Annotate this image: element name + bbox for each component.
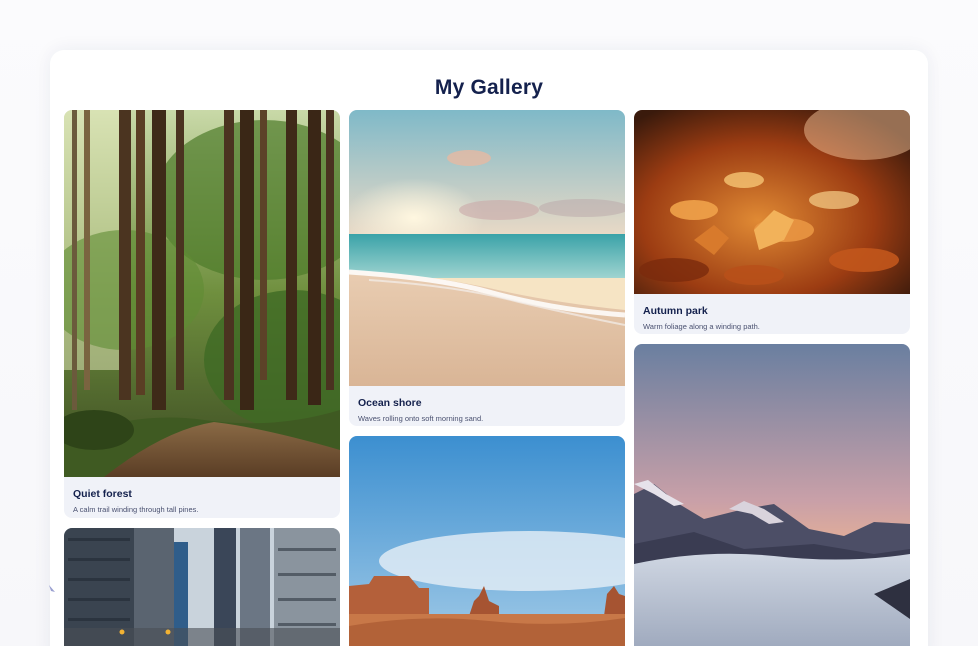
card-caption: Ocean shore Waves rolling onto soft morn… bbox=[349, 386, 625, 426]
card-title: Ocean shore bbox=[358, 397, 422, 409]
page: My Gallery Quiet forest A calm trail win… bbox=[0, 0, 978, 646]
ocean-photo bbox=[349, 110, 625, 386]
gallery-card-forest[interactable]: Quiet forest A calm trail winding throug… bbox=[64, 110, 340, 518]
mountains-photo bbox=[634, 344, 910, 646]
card-description: Waves rolling onto soft morning sand. bbox=[358, 414, 484, 423]
card-description: Warm foliage along a winding path. bbox=[643, 322, 760, 331]
card-title: Quiet forest bbox=[73, 488, 132, 500]
city-photo bbox=[64, 528, 340, 646]
page-title: My Gallery bbox=[434, 76, 544, 99]
gallery-card-ocean[interactable]: Ocean shore Waves rolling onto soft morn… bbox=[349, 110, 625, 426]
card-caption: Quiet forest A calm trail winding throug… bbox=[64, 477, 340, 518]
desert-photo bbox=[349, 436, 625, 646]
gallery-card-mountains[interactable] bbox=[634, 344, 910, 646]
gallery-card-autumn[interactable]: Autumn park Warm foliage along a winding… bbox=[634, 110, 910, 334]
gallery-card-city[interactable] bbox=[64, 528, 340, 646]
card-description: A calm trail winding through tall pines. bbox=[73, 505, 199, 514]
autumn-photo bbox=[634, 110, 910, 294]
gallery-card-desert[interactable] bbox=[349, 436, 625, 646]
card-caption: Autumn park Warm foliage along a winding… bbox=[634, 294, 910, 334]
cursor-icon bbox=[49, 585, 55, 592]
card-title: Autumn park bbox=[643, 305, 708, 317]
forest-photo bbox=[64, 110, 340, 477]
